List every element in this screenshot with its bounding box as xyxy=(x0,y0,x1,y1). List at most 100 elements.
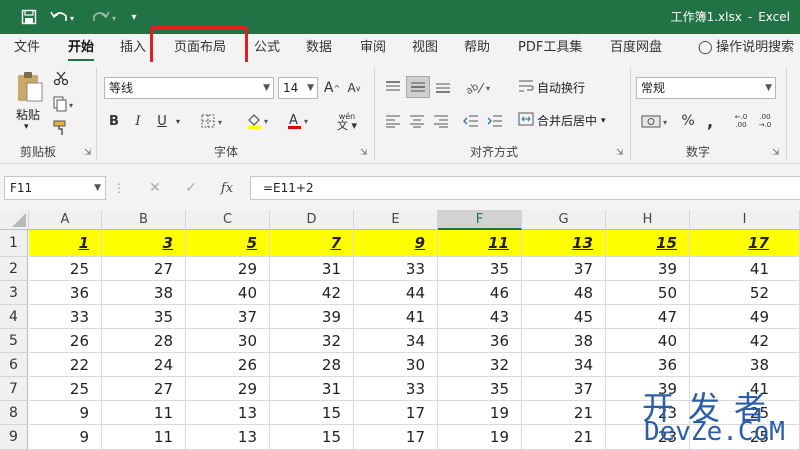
cell-a4[interactable]: 33 xyxy=(29,305,102,329)
cell-g6[interactable]: 34 xyxy=(522,353,606,377)
percent-button[interactable]: % xyxy=(678,110,698,132)
cell-a5[interactable]: 26 xyxy=(29,329,102,353)
font-color-icon[interactable]: A ▾ xyxy=(284,110,314,132)
column-header-h[interactable]: H xyxy=(606,210,690,230)
tab-insert[interactable]: 插入 xyxy=(120,34,146,62)
cell-b8[interactable]: 11 xyxy=(102,401,186,425)
cell-d7[interactable]: 31 xyxy=(270,377,354,401)
customize-icon[interactable]: ▾ xyxy=(126,7,142,27)
fill-color-icon[interactable]: ▾ xyxy=(244,110,274,132)
cell-f1[interactable]: 11 xyxy=(438,230,522,257)
cell-f6[interactable]: 32 xyxy=(438,353,522,377)
cell-b3[interactable]: 38 xyxy=(102,281,186,305)
row-header[interactable]: 5 xyxy=(0,329,28,353)
cell-a6[interactable]: 22 xyxy=(29,353,102,377)
cell-h6[interactable]: 36 xyxy=(606,353,690,377)
undo-icon[interactable]: ▾ xyxy=(48,7,82,27)
cell-e6[interactable]: 30 xyxy=(354,353,438,377)
tab-review[interactable]: 审阅 xyxy=(360,34,386,62)
cell-d3[interactable]: 42 xyxy=(270,281,354,305)
cell-g4[interactable]: 45 xyxy=(522,305,606,329)
column-header-a[interactable]: A xyxy=(29,210,102,230)
cell-c2[interactable]: 29 xyxy=(186,257,270,281)
italic-button[interactable]: I xyxy=(128,110,148,132)
cell-c1[interactable]: 5 xyxy=(186,230,270,257)
cell-d6[interactable]: 28 xyxy=(270,353,354,377)
row-header[interactable]: 2 xyxy=(0,257,28,281)
cell-b5[interactable]: 28 xyxy=(102,329,186,353)
cell-g2[interactable]: 37 xyxy=(522,257,606,281)
cell-a1[interactable]: 1 xyxy=(29,230,102,257)
redo-icon[interactable]: ▾ xyxy=(88,7,122,27)
borders-icon[interactable]: ▾ xyxy=(198,110,228,132)
phonetic-guide-icon[interactable]: wén 文 ▾ xyxy=(330,108,364,134)
comma-button[interactable]: , xyxy=(700,110,720,132)
cell-f5[interactable]: 36 xyxy=(438,329,522,353)
cell-g3[interactable]: 48 xyxy=(522,281,606,305)
cell-b2[interactable]: 27 xyxy=(102,257,186,281)
cell-i4[interactable]: 49 xyxy=(690,305,800,329)
column-header-f[interactable]: F xyxy=(438,210,522,230)
cell-e3[interactable]: 44 xyxy=(354,281,438,305)
row-header[interactable]: 4 xyxy=(0,305,28,329)
cell-e9[interactable]: 17 xyxy=(354,425,438,450)
cell-h8[interactable]: 23 xyxy=(606,401,690,425)
cell-i3[interactable]: 52 xyxy=(690,281,800,305)
name-box[interactable]: F11 ▼ xyxy=(4,176,106,200)
cell-c3[interactable]: 40 xyxy=(186,281,270,305)
tab-formulas[interactable]: 公式 xyxy=(254,34,280,62)
cell-g8[interactable]: 21 xyxy=(522,401,606,425)
cell-c5[interactable]: 30 xyxy=(186,329,270,353)
align-top-icon[interactable] xyxy=(382,76,404,98)
column-header-g[interactable]: G xyxy=(522,210,606,230)
cell-a3[interactable]: 36 xyxy=(29,281,102,305)
number-format-combo[interactable]: 常规 ▼ xyxy=(636,77,776,99)
cell-i2[interactable]: 41 xyxy=(690,257,800,281)
merge-center-button[interactable]: 合并后居中 ▾ xyxy=(518,112,606,129)
column-header-c[interactable]: C xyxy=(186,210,270,230)
column-header-d[interactable]: D xyxy=(270,210,354,230)
cell-e1[interactable]: 9 xyxy=(354,230,438,257)
cell-h7[interactable]: 39 xyxy=(606,377,690,401)
underline-button[interactable]: U xyxy=(152,110,172,132)
cell-b4[interactable]: 35 xyxy=(102,305,186,329)
cell-e7[interactable]: 33 xyxy=(354,377,438,401)
cell-i5[interactable]: 42 xyxy=(690,329,800,353)
decrease-font-icon[interactable]: Av xyxy=(344,77,364,99)
cell-h5[interactable]: 40 xyxy=(606,329,690,353)
number-launcher-icon[interactable]: ⇲ xyxy=(772,148,780,158)
align-bottom-icon[interactable] xyxy=(432,76,454,98)
increase-indent-icon[interactable] xyxy=(484,110,506,132)
cell-f2[interactable]: 35 xyxy=(438,257,522,281)
orientation-icon[interactable]: ab ▾ xyxy=(462,76,496,98)
cell-c6[interactable]: 26 xyxy=(186,353,270,377)
cell-d2[interactable]: 31 xyxy=(270,257,354,281)
cell-e2[interactable]: 33 xyxy=(354,257,438,281)
cell-c7[interactable]: 29 xyxy=(186,377,270,401)
row-header[interactable]: 7 xyxy=(0,377,28,401)
save-icon[interactable] xyxy=(18,7,40,27)
cell-b9[interactable]: 11 xyxy=(102,425,186,450)
font-name-combo[interactable]: 等线 ▼ xyxy=(104,77,274,99)
cell-i6[interactable]: 38 xyxy=(690,353,800,377)
cell-i8[interactable]: 25 xyxy=(690,401,800,425)
increase-decimal-icon[interactable]: ←.0.00 xyxy=(730,110,752,132)
tab-help[interactable]: 帮助 xyxy=(464,34,490,62)
underline-dropdown[interactable]: ▾ xyxy=(172,110,184,132)
cell-g7[interactable]: 37 xyxy=(522,377,606,401)
cell-a9[interactable]: 9 xyxy=(29,425,102,450)
format-painter-icon[interactable] xyxy=(50,118,72,138)
cell-i9[interactable]: 25 xyxy=(690,425,800,450)
cell-d9[interactable]: 15 xyxy=(270,425,354,450)
row-header[interactable]: 6 xyxy=(0,353,28,377)
decrease-decimal-icon[interactable]: .00 →.0 xyxy=(754,110,776,132)
tab-baidu-netdisk[interactable]: 百度网盘 xyxy=(610,34,662,62)
cell-a7[interactable]: 25 xyxy=(29,377,102,401)
cell-g9[interactable]: 21 xyxy=(522,425,606,450)
accounting-format-icon[interactable]: ▾ xyxy=(638,110,674,132)
cell-h4[interactable]: 47 xyxy=(606,305,690,329)
cell-c9[interactable]: 13 xyxy=(186,425,270,450)
tab-data[interactable]: 数据 xyxy=(306,34,332,62)
cell-d5[interactable]: 32 xyxy=(270,329,354,353)
cell-c4[interactable]: 37 xyxy=(186,305,270,329)
